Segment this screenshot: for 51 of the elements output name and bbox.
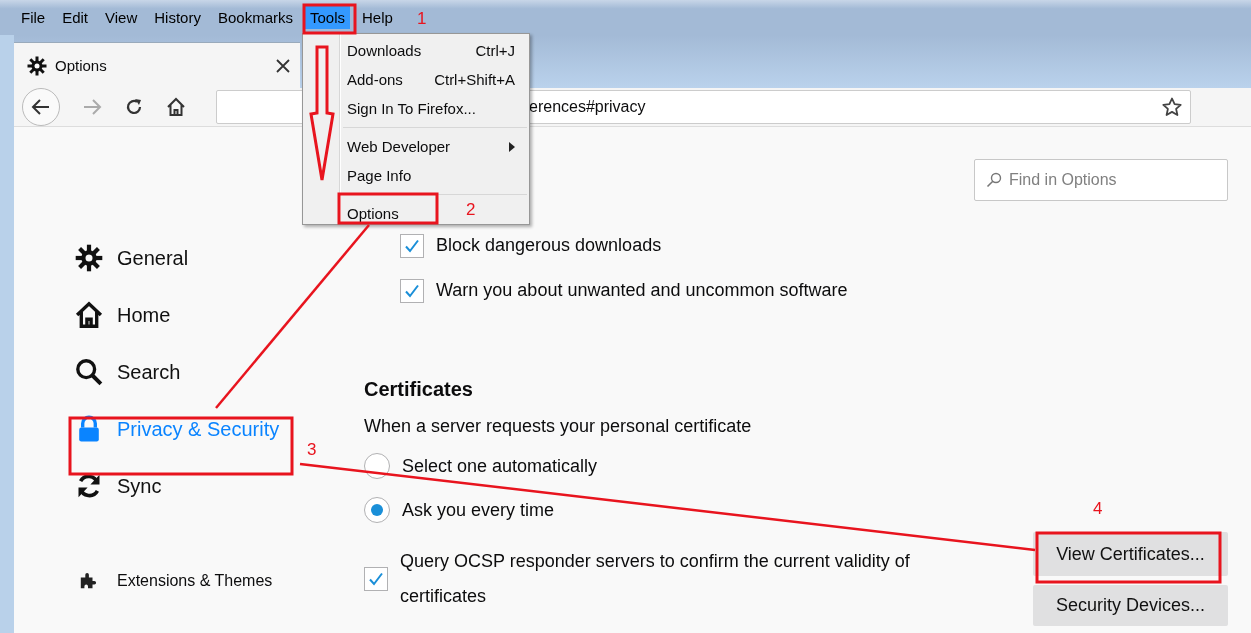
sidebar-item[interactable]: General — [75, 233, 193, 283]
gear-icon — [75, 244, 103, 272]
browser-tab[interactable]: Options — [14, 42, 300, 88]
highlight-frame — [302, 3, 357, 35]
checkbox[interactable] — [400, 278, 424, 303]
menu-item[interactable]: View — [100, 6, 143, 29]
radio-label: Select one automatically — [402, 455, 598, 477]
menu-item[interactable]: Web Developer — [303, 132, 529, 161]
checkbox[interactable] — [364, 567, 388, 591]
checkbox-label: Block dangerous downloads — [436, 235, 662, 256]
back-arrow-icon — [31, 97, 51, 117]
reload-icon[interactable] — [124, 97, 144, 117]
sidebar-item[interactable]: Sync — [75, 461, 166, 511]
gear-icon — [27, 55, 47, 76]
star-icon[interactable] — [1162, 97, 1182, 117]
radio-button[interactable] — [364, 453, 390, 479]
menu-item[interactable]: Help — [357, 6, 398, 29]
sidebar-item[interactable]: Home — [75, 290, 175, 340]
tab-title: Options — [55, 57, 108, 74]
menu-item[interactable]: Page Info — [303, 161, 426, 190]
step-number: 3 — [307, 440, 317, 459]
search-icon — [75, 358, 103, 386]
checkbox-label: Warn you about unwanted and uncommon software — [436, 280, 848, 301]
sidebar-item[interactable]: Search — [75, 347, 185, 397]
menu-item[interactable]: Sign In To Firefox... — [303, 94, 490, 123]
close-icon[interactable] — [276, 58, 290, 73]
menu-item[interactable]: History — [149, 6, 206, 29]
step-number: 2 — [466, 200, 476, 219]
menu-item[interactable]: Downloads Ctrl+J — [303, 36, 529, 65]
search-field[interactable]: Find in Options — [974, 159, 1228, 201]
checkmark-icon — [404, 282, 420, 299]
checkmark-icon — [368, 571, 384, 587]
menu-item[interactable]: Edit — [57, 6, 94, 29]
checkmark-icon — [404, 237, 420, 254]
step-number: 1 — [417, 9, 427, 28]
section-heading: Certificates — [364, 377, 474, 402]
menu-item[interactable]: Options — [303, 199, 413, 228]
radio-label: Ask you every time — [402, 499, 555, 521]
menu-item[interactable]: File — [16, 6, 51, 29]
home-icon — [75, 301, 103, 329]
menu-item[interactable]: Bookmarks — [212, 6, 298, 29]
sidebar-item[interactable]: Extensions & Themes — [75, 563, 273, 599]
back-button[interactable] — [22, 88, 60, 126]
puzzle-icon — [79, 572, 97, 590]
home-icon[interactable] — [166, 97, 186, 117]
step-number: 4 — [1093, 499, 1103, 518]
radio-button[interactable] — [364, 497, 390, 523]
section-description: When a server requests your personal certificate — [364, 415, 753, 438]
checkbox-label: Query OCSP responder servers to confirm the current validity of certificates — [400, 550, 911, 608]
dialog-button[interactable]: Security Devices... — [1033, 585, 1228, 626]
checkbox[interactable] — [400, 233, 424, 258]
